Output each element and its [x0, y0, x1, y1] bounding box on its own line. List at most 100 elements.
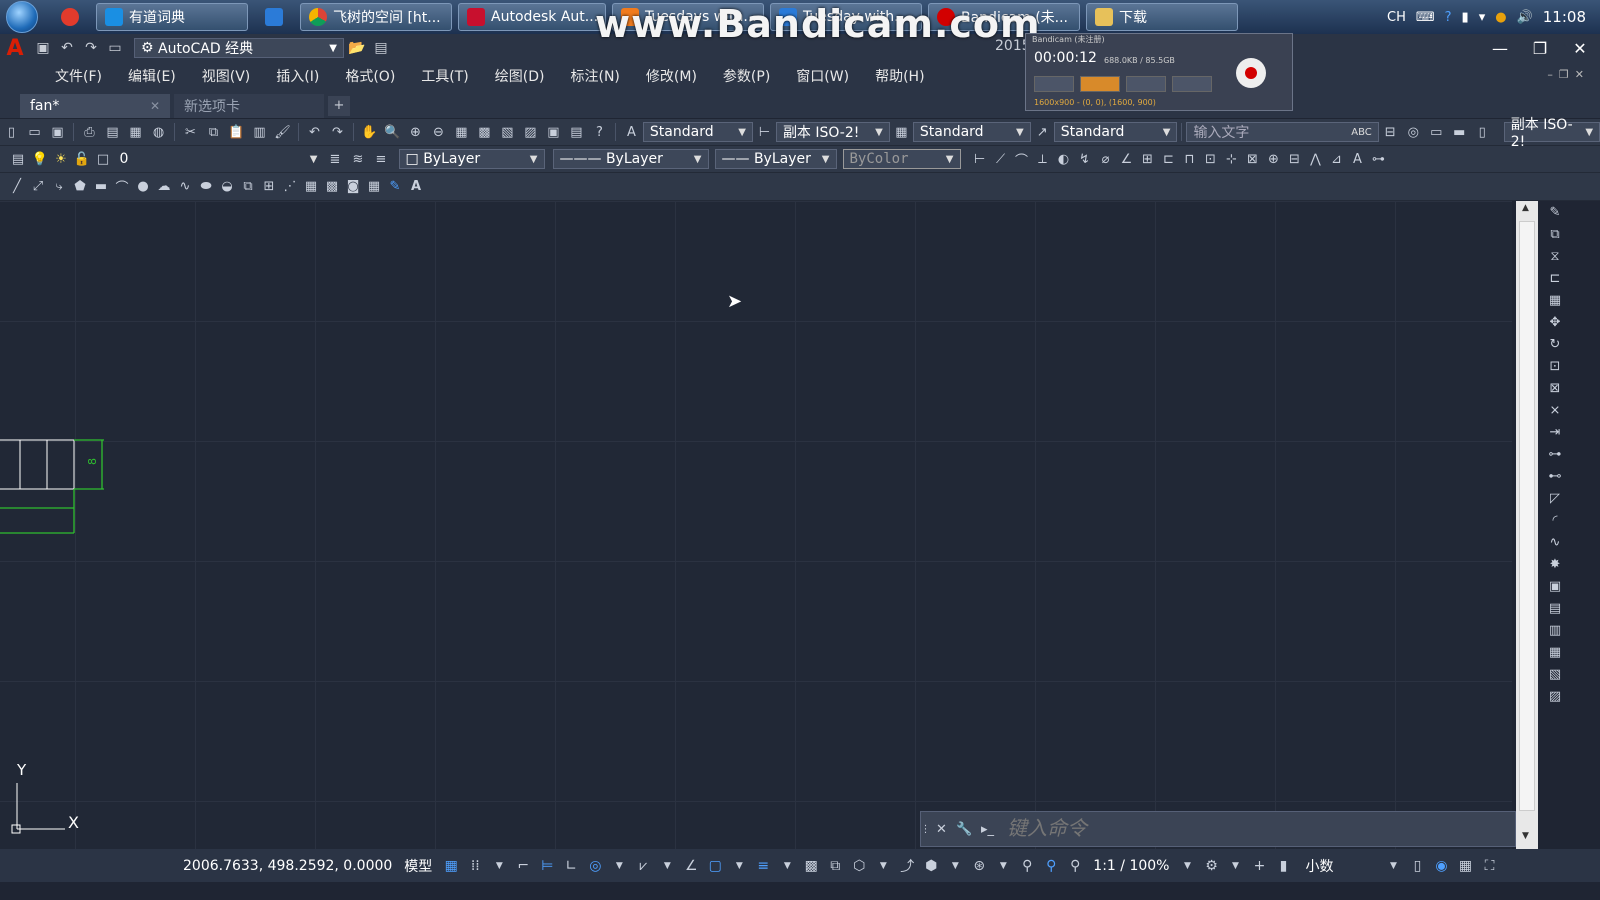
isolate-objects-icon[interactable]: ◉	[1432, 856, 1450, 876]
infer-constraints-icon[interactable]: ⌐	[514, 856, 532, 876]
linetype-select[interactable]: ——— ByLayer ▼	[552, 149, 709, 169]
measure-icon[interactable]: ◎	[1403, 122, 1423, 142]
help-icon[interactable]: ?	[589, 122, 609, 142]
array-icon[interactable]: ▦	[1545, 290, 1565, 310]
spline-icon[interactable]: ∿	[176, 177, 194, 197]
layer-state-icon[interactable]: ≡	[371, 149, 391, 169]
polygon-icon[interactable]: ⬟	[71, 177, 89, 197]
chevron-down-icon[interactable]: ▼	[658, 856, 676, 876]
menu-format[interactable]: 格式(O)	[332, 66, 408, 86]
drawing-canvas[interactable]: 8 Y X ➤	[0, 201, 1512, 849]
rectangle-icon[interactable]: ▬	[92, 177, 110, 197]
inspect-icon[interactable]: ⊟	[1286, 149, 1304, 169]
dim-update-icon[interactable]: ⊶	[1370, 149, 1388, 169]
undo-icon[interactable]: ↶	[304, 122, 324, 142]
autocad-app-menu-icon[interactable]: A	[0, 34, 30, 62]
dim-text-edit-icon[interactable]: A	[1349, 149, 1367, 169]
chevron-down-icon[interactable]: ▼	[610, 856, 628, 876]
new-icon[interactable]: ▯	[2, 122, 22, 142]
dim-space-icon[interactable]: ⊡	[1202, 149, 1220, 169]
table-style-select[interactable]: Standard ▼	[912, 122, 1031, 142]
workspace-switching-icon[interactable]: ⚙	[1202, 856, 1220, 876]
multileader-style-select[interactable]: Standard ▼	[1053, 122, 1178, 142]
make-block-icon[interactable]: ⊞	[260, 177, 278, 197]
document-window-controls[interactable]: –❐✕	[1547, 68, 1590, 81]
menu-window[interactable]: 窗口(W)	[783, 66, 862, 86]
zoom-realtime-icon[interactable]: 🔍	[382, 122, 402, 142]
arc-icon[interactable]: ⌒	[113, 177, 131, 197]
language-indicator[interactable]: CH	[1387, 10, 1406, 25]
pen-taskbar-icon[interactable]	[254, 3, 294, 31]
weibo-taskbar-icon[interactable]	[50, 3, 90, 31]
draworder-back-icon[interactable]: ▤	[1545, 598, 1565, 618]
taskbar-item-downloads[interactable]: 下载	[1086, 3, 1238, 31]
spellcheck-icon[interactable]: ABC	[1351, 127, 1372, 138]
dim-baseline-icon[interactable]: ⊏	[1160, 149, 1178, 169]
keyboard-icon[interactable]: ⌨	[1416, 10, 1435, 25]
quick-properties-icon[interactable]: ▯	[1408, 856, 1426, 876]
print-icon[interactable]: ⎙	[79, 122, 99, 142]
menu-insert[interactable]: 插入(I)	[263, 66, 332, 86]
command-input[interactable]	[1005, 814, 1515, 844]
snap-icon[interactable]: ⁞⁞	[466, 856, 484, 876]
scroll-down-icon[interactable]: ▼	[1522, 831, 1529, 841]
polyline-icon[interactable]: ⤷	[50, 177, 68, 197]
tool-palettes-icon[interactable]: ▧	[497, 122, 517, 142]
sheet-set-icon[interactable]: ▨	[520, 122, 540, 142]
dim-arc-icon[interactable]: ⌒	[1013, 149, 1031, 169]
layer-manager-icon[interactable]: ▤	[8, 149, 28, 169]
chevron-down-icon[interactable]: ▼	[778, 856, 796, 876]
network-icon[interactable]: ▮	[1462, 10, 1469, 25]
isodraft-icon[interactable]: ⩗	[634, 856, 652, 876]
annotation-scale[interactable]: 1:1 / 100%	[1093, 858, 1169, 874]
copy-object-icon[interactable]: ⧉	[1545, 224, 1565, 244]
draworder-below-icon[interactable]: ▦	[1545, 642, 1565, 662]
dim-break-icon[interactable]: ⊹	[1223, 149, 1241, 169]
wrench-icon[interactable]: 🔧	[955, 819, 975, 839]
plot-style-select[interactable]: ByColor ▼	[842, 149, 961, 169]
zoom-window-icon[interactable]: ⊕	[405, 122, 425, 142]
hatch-back-icon[interactable]: ▨	[1545, 686, 1565, 706]
minimize-icon[interactable]: —	[1480, 34, 1520, 62]
close-icon[interactable]: ✕	[932, 819, 952, 839]
text-icon[interactable]: A	[407, 177, 425, 197]
chevron-down-icon[interactable]: ▼	[1226, 856, 1244, 876]
dim-radius-icon[interactable]: ◐	[1055, 149, 1073, 169]
calculator-icon[interactable]: ▤	[566, 122, 586, 142]
dim-diameter-icon[interactable]: ⌀	[1097, 149, 1115, 169]
dim-continue-icon[interactable]: ⊓	[1181, 149, 1199, 169]
paste-block-icon[interactable]: ▥	[249, 122, 269, 142]
menu-edit[interactable]: 编辑(E)	[115, 66, 189, 86]
zoom-previous-icon[interactable]: ⊖	[428, 122, 448, 142]
screen-mode-icon[interactable]	[1080, 76, 1120, 92]
quick-dim-icon[interactable]: ⊞	[1139, 149, 1157, 169]
undo-icon[interactable]: ↶	[56, 38, 78, 58]
rotate-icon[interactable]: ↻	[1545, 334, 1565, 354]
annotation-scale-icon[interactable]: ⚲	[1066, 856, 1084, 876]
menu-tools[interactable]: 工具(T)	[408, 66, 481, 86]
layer-previous-icon[interactable]: ≋	[348, 149, 368, 169]
area-icon[interactable]: ▭	[1426, 122, 1446, 142]
right-dim-style-select[interactable]: 副本 ISO-2! ▼	[1503, 117, 1600, 150]
close-icon[interactable]: ✕	[1560, 34, 1600, 62]
multileader-style-icon[interactable]: ↗	[1032, 122, 1052, 142]
device-mode-icon[interactable]	[1126, 76, 1166, 92]
menu-parametric[interactable]: 参数(P)	[710, 66, 783, 86]
ellipse-arc-icon[interactable]: ◒	[218, 177, 236, 197]
redo-icon[interactable]: ↷	[327, 122, 347, 142]
units-icon[interactable]: ▮	[1274, 856, 1292, 876]
redo-icon[interactable]: ↷	[80, 38, 102, 58]
chevron-down-icon[interactable]: ▼	[1384, 856, 1402, 876]
menu-help[interactable]: 帮助(H)	[862, 66, 937, 86]
tolerance-icon[interactable]: ⊠	[1244, 149, 1262, 169]
stretch-icon[interactable]: ⊠	[1545, 378, 1565, 398]
chevron-down-icon[interactable]: ▼	[946, 856, 964, 876]
region-icon[interactable]: ◙	[344, 177, 362, 197]
chevron-down-icon[interactable]: ▼	[874, 856, 892, 876]
command-history-icon[interactable]: ▸_	[978, 819, 998, 839]
chamfer-icon[interactable]: ◸	[1545, 488, 1565, 508]
multiline-text-icon[interactable]: ✎	[386, 177, 404, 197]
pan-icon[interactable]: ✋	[359, 122, 379, 142]
hatch-icon[interactable]: ▦	[302, 177, 320, 197]
layer-select[interactable]: 0 ▼	[114, 149, 324, 169]
